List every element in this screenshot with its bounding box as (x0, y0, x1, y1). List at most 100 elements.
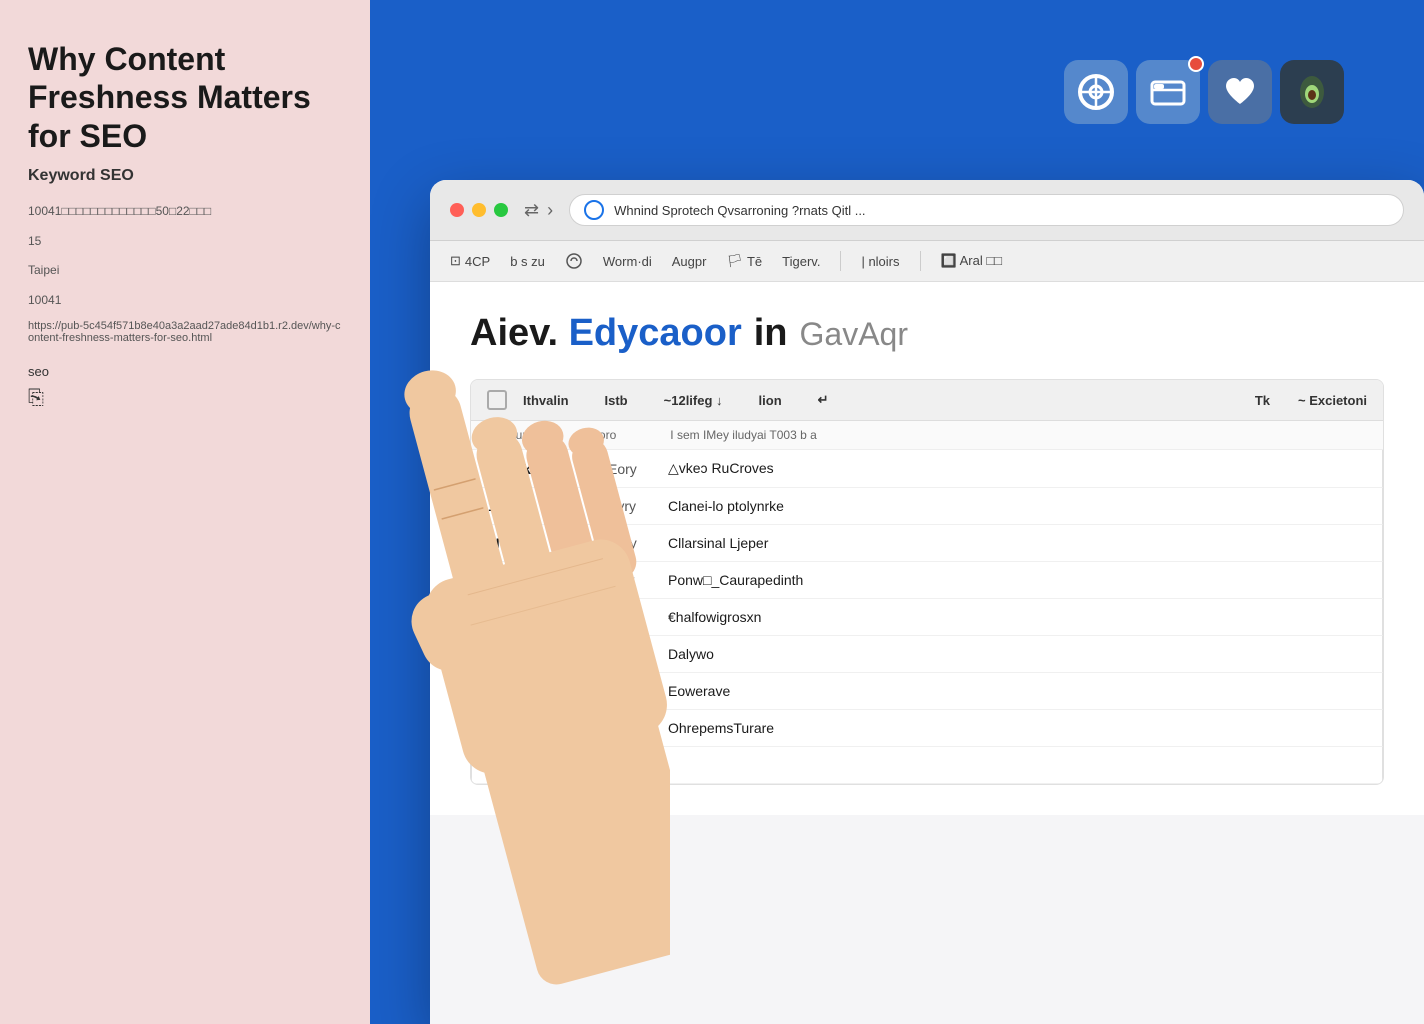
toolbar-flag-icon: 🏳 (726, 253, 743, 269)
browser-chrome: ⇄ › Whnind Sprotech Qvsarroning ?rnats Q… (430, 180, 1424, 241)
cell-dot: → (588, 498, 608, 514)
cell-volume: 17 004 (488, 646, 588, 662)
toolbar-item-worm[interactable]: Worm·di (603, 254, 652, 269)
cell-type: Egry (608, 535, 668, 551)
table-row: 17 004 · Rylɣ Dalywo (471, 636, 1383, 673)
table-row: 8F 00k · (471, 747, 1383, 784)
toolbar-item-3[interactable] (565, 252, 583, 270)
table-header: Ithvalin Istb ~12lifeg ↓ lion ↵ Tk ~ Exc… (471, 380, 1383, 421)
table-subheader: Hry oun□ Roro I sem IMey iludyai T003 b … (471, 421, 1383, 450)
toolbar-item-tiger[interactable]: Tigerv. (782, 254, 820, 269)
toolbar-item-2[interactable]: b s zu (510, 254, 545, 269)
toolbar-icon-1: ⊡ (450, 253, 461, 269)
cell-volume: 13 00k (488, 498, 588, 514)
nav-back-icon[interactable]: ⇄ (524, 200, 539, 221)
cell-dot: · (588, 646, 608, 662)
cell-dot: · (588, 535, 608, 551)
cell-keyword: Dalywo (668, 646, 1366, 662)
sidebar-copy-icon: ⎘ (28, 387, 342, 410)
cell-dot: · (588, 609, 608, 625)
page-title-area: Aiev. Edycaoor in GavAqr (470, 312, 1384, 355)
app-icon-heart[interactable] (1208, 60, 1272, 124)
cell-volume: 32 00k (488, 683, 588, 699)
toolbar-item-augpr[interactable]: Augpr (672, 254, 707, 269)
cell-dot: · (588, 720, 608, 736)
table-row: 68 00k · Eory △vkeɔ RuCroves (471, 450, 1383, 488)
avocado-icon (1294, 74, 1330, 110)
page-title-part1: Aiev. Edycaoor (470, 312, 742, 355)
table-row: 32 00k · Bory Eowerave (471, 673, 1383, 710)
nav-controls: ⇄ › (524, 200, 553, 221)
app-icon-with-badge[interactable] (1136, 60, 1200, 124)
address-bar-icon (584, 200, 604, 220)
table-row: 80 00k · Bylɣ Ponw□_Caurapedinth (471, 562, 1383, 599)
cell-keyword: OhrepemsTurare (668, 720, 1366, 736)
cell-keyword: △vkeɔ RuCroves (668, 460, 1366, 477)
cell-dot: · (588, 572, 608, 588)
cell-type: Nilly (608, 720, 668, 736)
sidebar-meta-line4: 10041 (28, 290, 342, 312)
address-bar[interactable]: Whnind Sprotech Qvsarroning ?rnats Qitl … (569, 194, 1404, 226)
link-icon (565, 252, 583, 270)
sidebar-meta-line3: Taipei (28, 260, 342, 282)
sidebar-url: https://pub-5c454f571b8e40a3a2aad27ade84… (28, 320, 342, 344)
browser-content: Aiev. Edycaoor in GavAqr Ithvalin Istb ~… (430, 282, 1424, 815)
cell-volume: 68 00k (488, 461, 588, 477)
traffic-light-yellow[interactable] (472, 203, 486, 217)
cell-type: Bylɣ (608, 572, 668, 588)
toolbar-item-nloirs[interactable]: | nloirs (861, 254, 899, 269)
cell-keyword: Eowerave (668, 683, 1366, 699)
cell-keyword: Ponw□_Caurapedinth (668, 572, 1366, 588)
cell-dot: · (588, 757, 608, 773)
header-col-tk: Tk (1255, 393, 1270, 408)
browser-toolbar: ⊡ 4CP b s zu Worm·di Augpr 🏳 Tē Tigerv. … (430, 241, 1424, 282)
cell-volume: S0 00k (488, 720, 588, 736)
app-icon-browser[interactable] (1064, 60, 1128, 124)
cell-type: Bory (608, 683, 668, 699)
subheader-col3: I sem IMey iludyai T003 b a (670, 428, 817, 442)
sidebar: Why Content Freshness Matters for SEO Ke… (0, 0, 370, 1024)
toolbar-item-1[interactable]: ⊡ 4CP (450, 253, 490, 269)
sidebar-subtitle: Keyword SEO (28, 167, 342, 185)
cell-type: Rylɣ (608, 646, 668, 662)
traffic-light-red[interactable] (450, 203, 464, 217)
nav-forward-icon[interactable]: › (547, 200, 553, 221)
traffic-lights (450, 203, 508, 217)
cell-dot: · (588, 461, 608, 477)
sidebar-title: Why Content Freshness Matters for SEO (28, 40, 342, 155)
tabs-icon (1150, 74, 1186, 110)
header-col-istb: Istb (605, 393, 628, 408)
browser-window: ⇄ › Whnind Sprotech Qvsarroning ?rnats Q… (430, 180, 1424, 1024)
header-col-excietion: ~ Excietoni (1298, 393, 1367, 408)
header-col-enter: ↵ (818, 392, 829, 408)
subheader-col2: Roro (590, 428, 616, 442)
cell-volume: 82 00k (488, 609, 588, 625)
toolbar-item-aral[interactable]: 🔲 Aral □□ (941, 253, 1003, 269)
sidebar-tag: seo (28, 364, 342, 379)
cell-volume: 8I 00k (488, 535, 588, 551)
sidebar-meta-line2: 15 (28, 231, 342, 253)
table-row: 82 00k · Bury €halfowigrosxn (471, 599, 1383, 636)
cell-type: Byry (608, 498, 668, 514)
traffic-light-green[interactable] (494, 203, 508, 217)
header-checkbox[interactable] (487, 390, 507, 410)
notification-badge (1188, 56, 1204, 72)
cell-type: Bury (608, 609, 668, 625)
toolbar-separator (840, 251, 841, 271)
cell-dot: · (588, 683, 608, 699)
address-bar-text: Whnind Sprotech Qvsarroning ?rnats Qitl … (614, 203, 865, 218)
toolbar-item-te[interactable]: 🏳 Tē (726, 253, 762, 269)
app-icon-dark[interactable] (1280, 60, 1344, 124)
header-col-lifeg[interactable]: ~12lifeg ↓ (664, 393, 723, 408)
cell-keyword: Clanei-lo ptolynrke (668, 498, 1366, 514)
cell-type: Eory (608, 461, 668, 477)
cell-volume: 8F 00k (488, 757, 588, 773)
page-title-subtitle: GavAqr (800, 316, 908, 353)
toolbar-separator-2 (920, 251, 921, 271)
browser-circle-icon (1076, 72, 1116, 112)
page-title-in: in (754, 312, 788, 355)
table-row: 13 00k → Byry Clanei-lo ptolynrke (471, 488, 1383, 525)
sidebar-meta-line1: 10041□□□□□□□□□□□□□50□22□□□ (28, 201, 342, 223)
subheader-col1: Hry oun□ (487, 428, 536, 442)
table-row: 8I 00k · Egry Cllarsinal Ljeper (471, 525, 1383, 562)
